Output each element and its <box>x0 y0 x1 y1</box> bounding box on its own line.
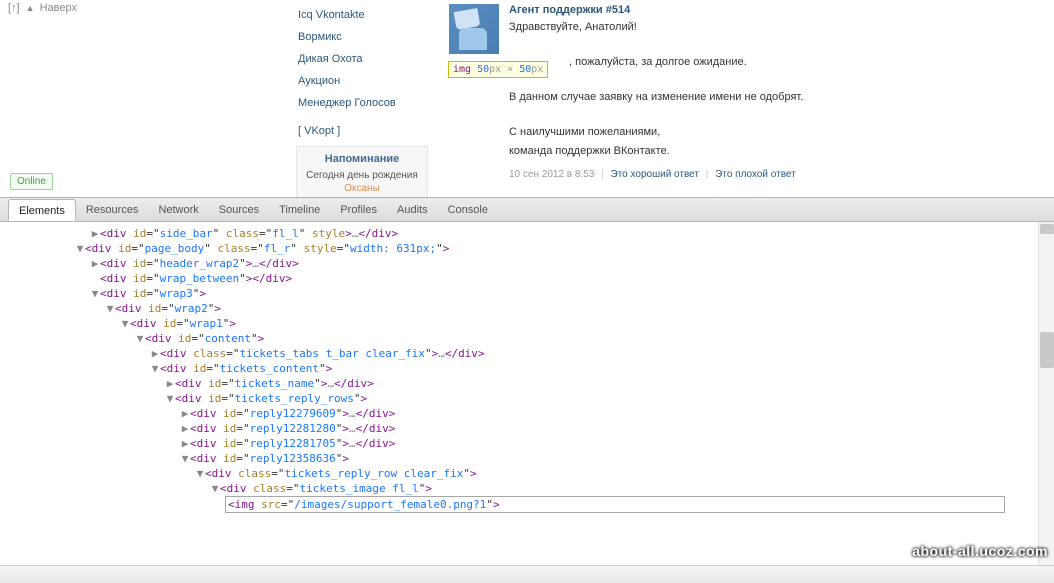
toggle-icon[interactable]: ▶ <box>165 376 175 391</box>
toggle-icon[interactable]: ▼ <box>165 391 175 406</box>
tab-audits[interactable]: Audits <box>387 199 438 221</box>
message-line: В данном случае заявку на изменение имен… <box>509 90 1048 105</box>
tab-network[interactable]: Network <box>148 199 208 221</box>
dom-node[interactable]: ▼<div id="tickets_reply_rows"> <box>0 391 1054 406</box>
scrollbar[interactable] <box>1038 222 1054 565</box>
good-answer-link[interactable]: Это хороший ответ <box>611 169 699 180</box>
toggle-icon[interactable]: ▶ <box>90 226 100 241</box>
dom-node[interactable]: ▼<div id="wrap1"> <box>0 316 1054 331</box>
message-line: С наилучшими пожеланиями, <box>509 125 1048 140</box>
devtools-statusbar <box>0 565 1054 583</box>
toggle-icon[interactable]: ▼ <box>90 286 100 301</box>
sidebar-link-hunt[interactable]: Дикая Охота <box>298 48 396 70</box>
message-meta: 10 сен 2012 в 8:53 | Это хороший ответ |… <box>509 169 1048 180</box>
toggle-icon[interactable]: ▶ <box>150 346 160 361</box>
message-line: команда поддержки ВКонтакте. <box>509 144 1048 159</box>
dom-node[interactable]: ▼<div id="page_body" class="fl_r" style=… <box>0 241 1054 256</box>
sidebar-link-vkopt[interactable]: [ VKopt ] <box>298 120 396 142</box>
dom-node[interactable]: ▶<div id="reply12281280">…</div> <box>0 421 1054 436</box>
dom-node[interactable]: ▼<div id="tickets_content"> <box>0 361 1054 376</box>
html-edit-input[interactable]: <img src="/images/support_female0.png?1"… <box>225 496 1005 513</box>
toggle-icon[interactable]: ▼ <box>150 361 160 376</box>
sidebar-links: Icq Vkontakte Вормикс Дикая Охота Аукцио… <box>298 4 396 142</box>
dom-node[interactable]: ▶<div id="tickets_name">…</div> <box>0 376 1054 391</box>
avatar[interactable] <box>449 4 499 54</box>
toggle-icon[interactable]: ▶ <box>180 436 190 451</box>
agent-name[interactable]: Агент поддержки #514 <box>509 4 1048 16</box>
tab-console[interactable]: Console <box>438 199 498 221</box>
toggle-icon[interactable]: ▼ <box>210 481 220 496</box>
toggle-icon[interactable]: ▶ <box>180 406 190 421</box>
sidebar-link-auction[interactable]: Аукцион <box>298 70 396 92</box>
timestamp: 10 сен 2012 в 8:53 <box>509 169 594 180</box>
dom-node[interactable]: ▼<div id="reply12358636"> <box>0 451 1054 466</box>
reminder-box: Напоминание Сегодня день рождения Оксаны <box>296 146 428 197</box>
tab-resources[interactable]: Resources <box>76 199 149 221</box>
dom-node[interactable]: <div id="wrap_between"></div> <box>0 271 1054 286</box>
dom-node[interactable]: ▼<div class="tickets_reply_row clear_fix… <box>0 466 1054 481</box>
reminder-title: Напоминание <box>301 153 423 165</box>
tab-profiles[interactable]: Profiles <box>330 199 387 221</box>
toggle-icon[interactable]: ▼ <box>195 466 205 481</box>
reminder-text: Сегодня день рождения Оксаны <box>301 169 423 195</box>
dom-node[interactable]: ▶<div id="reply12281705">…</div> <box>0 436 1054 451</box>
dom-node[interactable]: ▶<div class="tickets_tabs t_bar clear_fi… <box>0 346 1054 361</box>
chevron-up-icon: ▲ <box>26 3 35 13</box>
toggle-icon[interactable]: ▼ <box>180 451 190 466</box>
dom-node[interactable]: ▼<div id="wrap2"> <box>0 301 1054 316</box>
toggle-icon[interactable]: ▶ <box>180 421 190 436</box>
support-message: Агент поддержки #514 Здравствуйте, Анато… <box>449 4 1048 180</box>
message-line: Здравствуйте, Анатолий! <box>509 20 1048 35</box>
tab-timeline[interactable]: Timeline <box>269 199 330 221</box>
dom-node[interactable]: ▶<div id="side_bar" class="fl_l" style>…… <box>0 226 1054 241</box>
toggle-icon[interactable]: ▼ <box>120 316 130 331</box>
toggle-icon[interactable]: ▼ <box>135 331 145 346</box>
dom-node[interactable]: ▶<div id="reply12279609">…</div> <box>0 406 1054 421</box>
tab-elements[interactable]: Elements <box>8 199 76 221</box>
element-tooltip: img 50px × 50px <box>448 61 548 78</box>
message-line: , пожалуйста, за долгое ожидание. <box>509 55 1048 70</box>
dom-node-editing[interactable]: <img src="/images/support_female0.png?1"… <box>0 496 1054 513</box>
watermark: about-all.ucoz.com <box>912 543 1048 559</box>
online-badge: Online <box>10 173 53 190</box>
back-to-top[interactable]: [↑]▲ Наверх <box>8 2 77 14</box>
dom-node[interactable]: ▼<div class="tickets_image fl_l"> <box>0 481 1054 496</box>
sidebar-link-vormix[interactable]: Вормикс <box>298 26 396 48</box>
toggle-icon[interactable]: ▼ <box>75 241 85 256</box>
dom-node[interactable]: ▼<div id="content"> <box>0 331 1054 346</box>
devtools-tabs: Elements Resources Network Sources Timel… <box>0 198 1054 222</box>
sidebar-link-icq[interactable]: Icq Vkontakte <box>298 4 396 26</box>
bad-answer-link[interactable]: Это плохой ответ <box>715 169 796 180</box>
dom-node[interactable]: ▼<div id="wrap3"> <box>0 286 1054 301</box>
sidebar-link-voices[interactable]: Менеджер Голосов <box>298 92 396 114</box>
dom-node[interactable]: ▶<div id="header_wrap2">…</div> <box>0 256 1054 271</box>
dom-tree[interactable]: ▶<div id="side_bar" class="fl_l" style>…… <box>0 222 1054 565</box>
toggle-icon[interactable]: ▶ <box>90 256 100 271</box>
devtools-panel: Elements Resources Network Sources Timel… <box>0 197 1054 583</box>
toggle-icon[interactable]: ▼ <box>105 301 115 316</box>
tab-sources[interactable]: Sources <box>209 199 269 221</box>
